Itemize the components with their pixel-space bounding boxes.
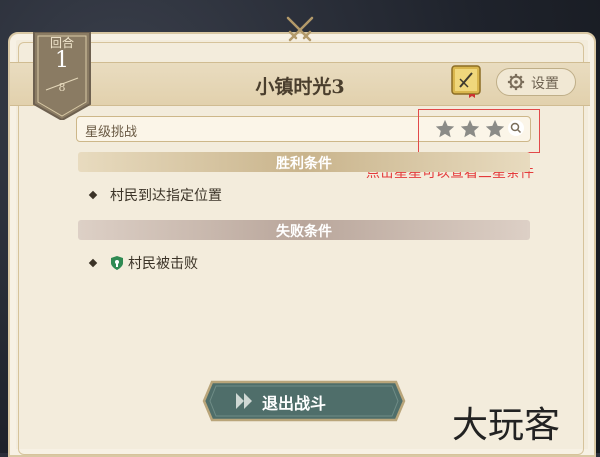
star-challenge-label: 星级挑战 — [85, 125, 138, 140]
annotation-highlight-box — [418, 109, 540, 153]
fail-condition-item: 村民被击败 — [88, 253, 198, 273]
win-condition-item: 村民到达指定位置 — [88, 185, 222, 205]
codex-book-icon[interactable] — [451, 65, 481, 98]
shield-icon — [111, 256, 123, 270]
fail-conditions-title: 失败条件 — [276, 224, 332, 240]
win-conditions-title: 胜利条件 — [276, 156, 332, 172]
crossed-swords-icon — [286, 16, 314, 42]
diamond-bullet-icon — [88, 258, 98, 268]
watermark-logo: 大玩客 — [452, 405, 561, 446]
win-condition-text: 村民到达指定位置 — [110, 188, 222, 204]
fail-condition-text: 村民被击败 — [128, 256, 198, 272]
settings-label: 设置 — [531, 76, 559, 92]
round-current: 1 — [55, 48, 69, 73]
settings-button[interactable]: 设置 — [496, 68, 576, 96]
diamond-bullet-icon — [88, 190, 98, 200]
fail-conditions-header: 失败条件 — [78, 220, 530, 240]
exit-battle-label: 退出战斗 — [262, 394, 327, 413]
gear-icon — [507, 73, 525, 91]
win-conditions-header: 胜利条件 — [78, 152, 530, 172]
